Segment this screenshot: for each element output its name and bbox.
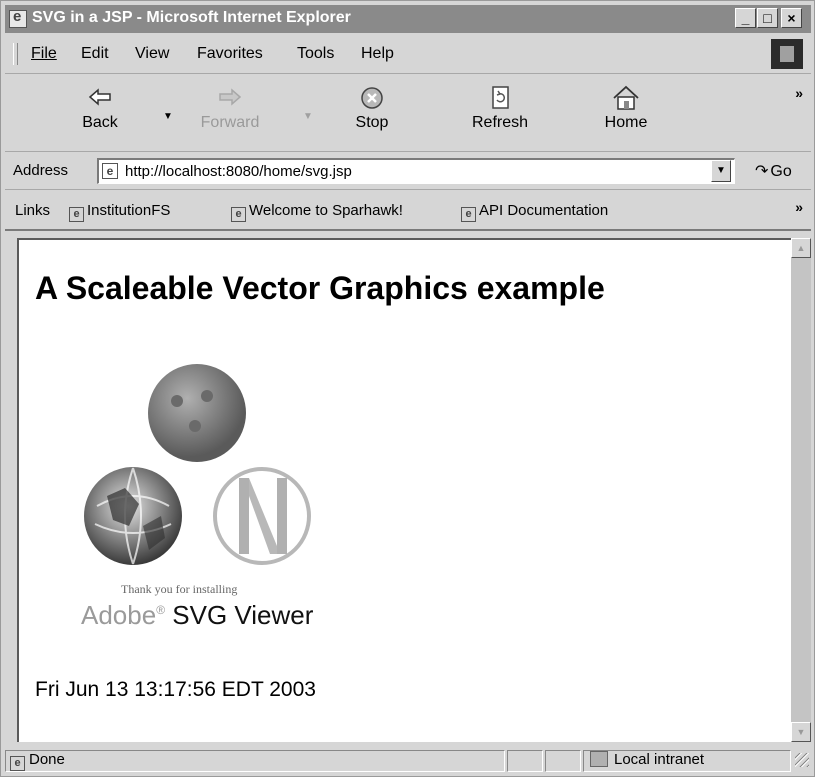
server-timestamp: Fri Jun 13 13:17:56 EDT 2003	[35, 678, 316, 701]
menu-tools[interactable]: Tools	[297, 45, 334, 63]
stop-button[interactable]: Stop	[327, 81, 417, 145]
forward-arrow-icon	[219, 88, 242, 106]
back-history-dropdown[interactable]: ▼	[163, 111, 173, 122]
go-button[interactable]: ↷ Go	[755, 161, 792, 181]
browser-window: SVG in a JSP - Microsoft Internet Explor…	[0, 0, 815, 777]
menubar-grip[interactable]	[13, 43, 18, 65]
windows-logo-throbber	[771, 39, 803, 69]
links-label[interactable]: Links	[15, 202, 50, 219]
menu-view[interactable]: View	[135, 45, 169, 63]
bowling-ball-icon	[148, 364, 246, 462]
address-label: Address	[13, 162, 69, 179]
page-heading: A Scaleable Vector Graphics example	[35, 270, 605, 306]
address-url[interactable]: http://localhost:8080/home/svg.jsp	[125, 163, 352, 180]
security-zone-panel[interactable]: Local intranet	[583, 750, 791, 772]
local-intranet-icon	[590, 751, 608, 767]
maximize-button[interactable]: □	[757, 8, 778, 28]
address-bar: Address e http://localhost:8080/home/svg…	[5, 153, 811, 190]
ie-page-icon: e	[10, 756, 25, 771]
svg-graphic	[84, 364, 311, 565]
back-arrow-icon	[88, 88, 111, 106]
forward-button[interactable]: Forward	[185, 81, 275, 145]
minimize-button[interactable]: _	[735, 8, 756, 28]
go-arrow-icon: ↷	[755, 163, 769, 180]
menu-favorites[interactable]: Favorites	[197, 45, 263, 63]
globe-icon	[84, 467, 182, 565]
status-bar: e Done Local intranet	[5, 747, 811, 775]
toolbar-more-chevron[interactable]: »	[795, 85, 803, 101]
address-dropdown-button[interactable]: ▼	[711, 160, 731, 182]
links-bar: Links e InstitutionFS e Welcome to Sparhaw…	[5, 191, 811, 231]
home-icon	[613, 85, 639, 110]
ie-page-icon: e	[231, 207, 246, 222]
title-bar[interactable]: SVG in a JSP - Microsoft Internet Explor…	[5, 5, 811, 33]
window-title: SVG in a JSP - Microsoft Internet Explor…	[32, 9, 351, 26]
page-content: A Scaleable Vector Graphics example Than…	[17, 238, 791, 742]
page-icon: e	[102, 163, 118, 179]
menu-edit[interactable]: Edit	[81, 45, 109, 63]
address-input[interactable]: e http://localhost:8080/home/svg.jsp	[97, 158, 735, 184]
scroll-down-button[interactable]: ▼	[791, 722, 811, 742]
menu-help[interactable]: Help	[361, 45, 394, 63]
menu-file[interactable]: File	[31, 45, 57, 63]
status-text-panel: e Done	[5, 750, 505, 772]
link-institutionfs[interactable]: e InstitutionFS	[69, 202, 170, 222]
ie-page-icon: e	[461, 207, 476, 222]
standard-toolbar: Back ▼ Forward ▼ Stop Refresh Home »	[5, 75, 811, 152]
vertical-scrollbar[interactable]: ▲ ▼	[791, 238, 811, 742]
adobe-svg-viewer-logo: Adobe® SVG Viewer	[81, 600, 314, 630]
n-logo-icon	[213, 467, 311, 565]
home-button[interactable]: Home	[581, 81, 671, 145]
link-welcome-sparhawk[interactable]: e Welcome to Sparhawk!	[231, 202, 403, 222]
forward-history-dropdown[interactable]: ▼	[303, 111, 313, 122]
stop-icon	[361, 87, 383, 109]
link-api-documentation[interactable]: e API Documentation	[461, 202, 608, 222]
status-panel-empty	[507, 750, 543, 772]
back-button[interactable]: Back	[55, 81, 145, 145]
refresh-icon	[492, 86, 509, 109]
scroll-up-button[interactable]: ▲	[791, 238, 811, 258]
refresh-button[interactable]: Refresh	[455, 81, 545, 145]
status-panel-empty	[545, 750, 581, 772]
menu-bar: File Edit View Favorites Tools Help	[5, 35, 811, 74]
resize-grip[interactable]	[795, 753, 809, 767]
links-more-chevron[interactable]: »	[795, 199, 803, 215]
close-button[interactable]: ×	[781, 8, 802, 28]
ie-app-icon[interactable]	[9, 8, 27, 28]
ie-page-icon: e	[69, 207, 84, 222]
svg-thanks-text: Thank you for installing	[121, 582, 238, 596]
